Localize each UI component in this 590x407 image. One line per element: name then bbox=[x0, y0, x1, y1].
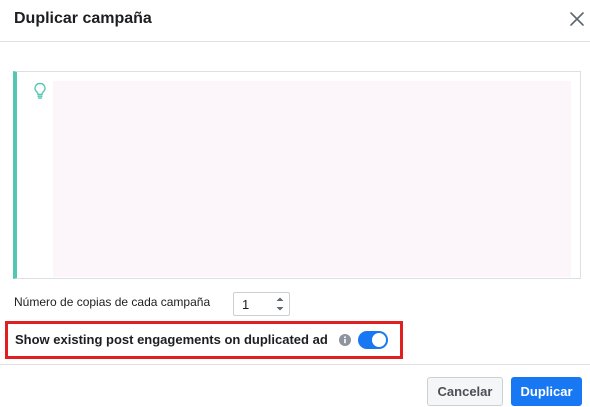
tip-panel bbox=[13, 71, 581, 279]
info-icon[interactable] bbox=[339, 334, 351, 346]
copies-input[interactable] bbox=[234, 293, 272, 315]
close-icon[interactable] bbox=[566, 8, 588, 30]
copies-stepper[interactable] bbox=[233, 292, 290, 316]
engagement-toggle[interactable] bbox=[358, 331, 388, 349]
engagement-label: Show existing post engagements on duplic… bbox=[15, 332, 328, 347]
chevron-up-icon[interactable] bbox=[273, 294, 287, 304]
cancel-button[interactable]: Cancelar bbox=[427, 377, 503, 406]
lightbulb-icon bbox=[34, 82, 46, 99]
copies-label: Número de copias de cada campaña bbox=[14, 295, 211, 309]
dialog-header: Duplicar campaña bbox=[0, 0, 590, 42]
duplicate-button[interactable]: Duplicar bbox=[511, 377, 582, 406]
dialog-title: Duplicar campaña bbox=[14, 10, 152, 27]
chevron-down-icon[interactable] bbox=[273, 304, 287, 314]
toggle-knob bbox=[372, 333, 386, 347]
tip-content bbox=[53, 81, 571, 277]
